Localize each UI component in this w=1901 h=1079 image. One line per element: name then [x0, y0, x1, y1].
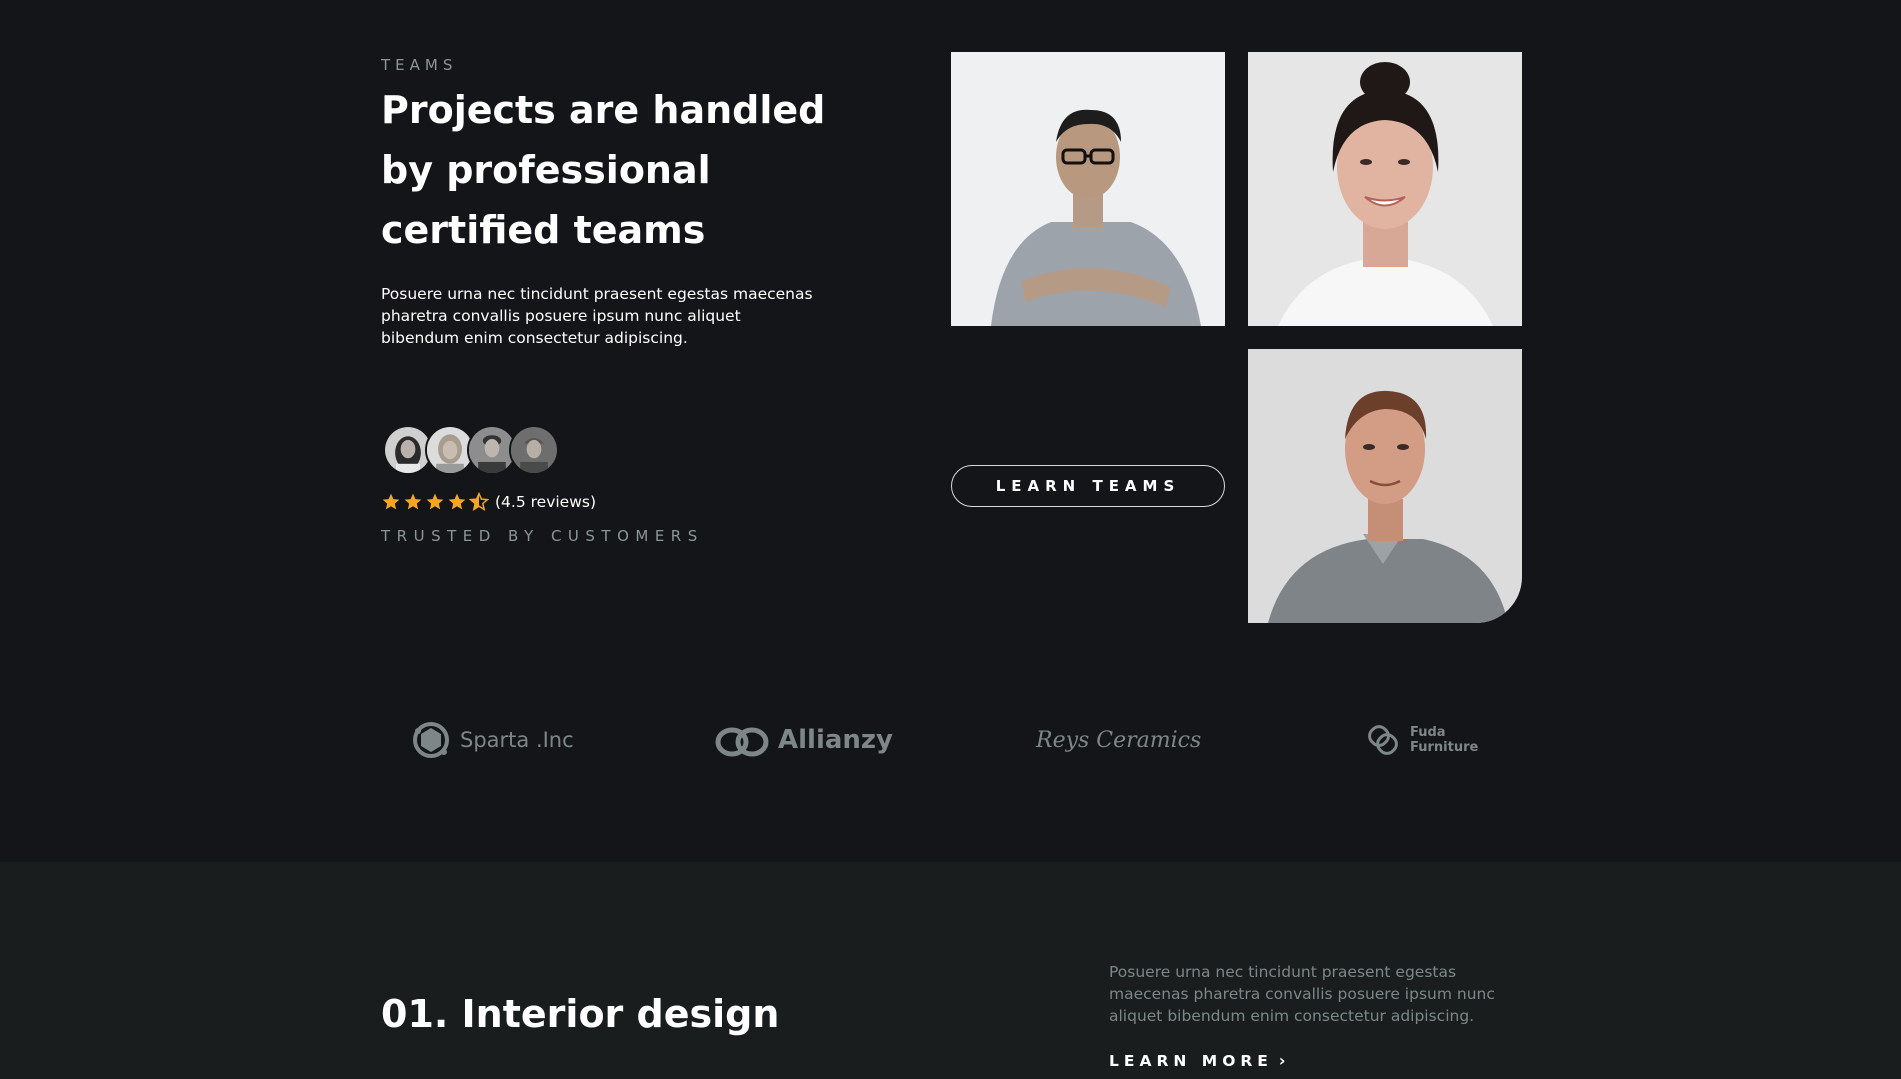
star-icon — [448, 493, 466, 510]
teams-headline: Projects are handled by professional cer… — [381, 88, 826, 252]
learn-more-label: LEARN MORE — [1109, 1051, 1273, 1070]
teams-section: TEAMS Projects are handled by profession… — [0, 0, 1901, 862]
services-section: 01. Interior design Posuere urna nec tin… — [0, 862, 1901, 1079]
logo-fuda: Fuda Furniture — [1364, 710, 1478, 770]
star-icon — [404, 493, 422, 510]
logo-name: Reys Ceramics — [1036, 727, 1202, 753]
logo-reys: Reys Ceramics — [1036, 710, 1201, 770]
star-icon — [426, 493, 444, 510]
avatar — [509, 425, 559, 475]
fuda-logo-icon — [1368, 725, 1398, 755]
sparta-logo-icon — [413, 722, 449, 758]
allianzy-logo-icon — [715, 727, 769, 757]
trusted-label: TRUSTED BY CUSTOMERS — [381, 527, 704, 545]
rating-text: (4.5 reviews) — [495, 493, 597, 511]
half-star-icon — [469, 492, 489, 511]
logo-name: Fuda Furniture — [1410, 725, 1478, 755]
teams-description: Posuere urna nec tincidunt praesent eges… — [381, 285, 813, 347]
learn-teams-button[interactable]: LEARN TEAMS — [951, 465, 1225, 507]
section-eyebrow: TEAMS — [381, 56, 458, 74]
logo-sparta: Sparta .Inc — [410, 710, 574, 770]
logo-name-line2: Furniture — [1410, 740, 1479, 755]
logo-allianzy: Allianzy — [714, 710, 893, 770]
logo-name: Sparta .Inc — [460, 728, 574, 752]
logo-name-line1: Fuda — [1410, 725, 1446, 740]
chevron-right-icon: › — [1278, 1051, 1286, 1070]
rating: (4.5 reviews) — [381, 490, 596, 514]
learn-more-link[interactable]: LEARN MORE › — [1109, 1051, 1285, 1070]
service-title: 01. Interior design — [381, 992, 780, 1036]
star-icon — [382, 493, 400, 510]
team-photo-man-glasses — [951, 52, 1225, 326]
partner-logos: Sparta .Inc Allianzy Reys Ceramics Fuda … — [0, 710, 1901, 770]
service-description: Posuere urna nec tincidunt praesent eges… — [1109, 963, 1495, 1025]
team-photo-woman-smiling — [1248, 52, 1522, 326]
team-photo-man-shirt — [1248, 349, 1522, 623]
logo-name: Allianzy — [778, 725, 893, 755]
